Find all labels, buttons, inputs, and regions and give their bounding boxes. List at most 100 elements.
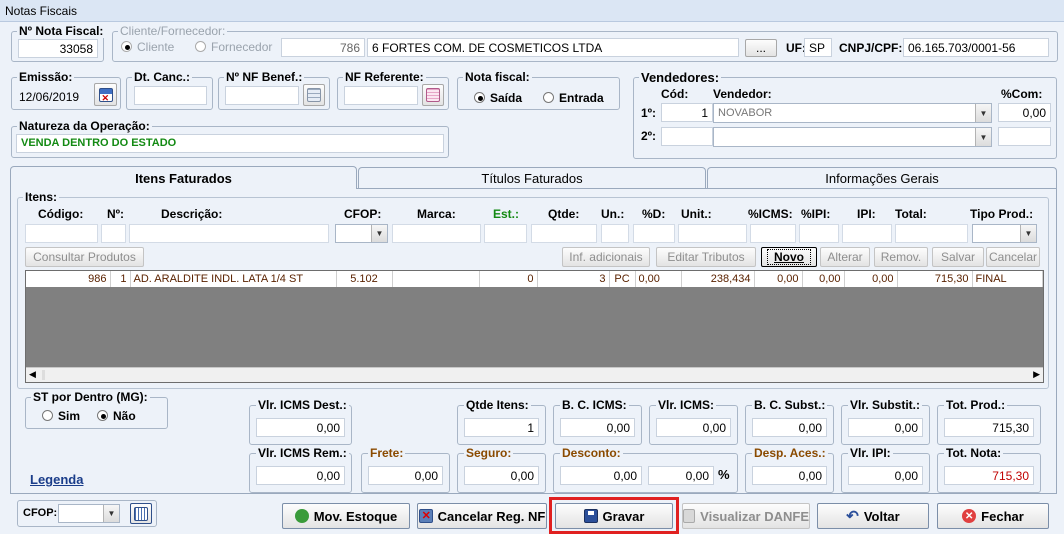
items-grid[interactable]: 986 1 AD. ARALDITE INDL. LATA 1/4 ST 5.1… [25,270,1044,383]
vlr-icms-rem-box: Vlr. ICMS Rem.: 0,00 [249,446,352,493]
editar-tributos-button[interactable]: Editar Tributos [656,247,756,267]
desconto-input[interactable]: 0,00 [560,466,642,485]
fechar-button[interactable]: ✕ Fechar [937,503,1049,529]
nf-benef-lookup-button[interactable] [303,84,325,106]
vlr-icms-dest-box: Vlr. ICMS Dest.: 0,00 [249,398,352,445]
st-nao-radio[interactable] [97,410,108,421]
cliente-radio[interactable] [121,41,132,52]
mov-estoque-button[interactable]: Mov. Estoque [282,503,410,529]
alterar-button[interactable]: Alterar [820,247,870,267]
vlr-subst-input[interactable]: 0,00 [848,418,923,437]
cfop-select[interactable]: ▼ [335,224,388,243]
vlr-ipi-input[interactable]: 0,00 [848,466,923,485]
novo-button[interactable]: Novo [761,247,817,267]
entrada-radio[interactable] [543,92,554,103]
save-icon [583,509,598,523]
nota-fiscal-input[interactable]: 33058 [18,39,98,58]
table-row[interactable]: 986 1 AD. ARALDITE INDL. LATA 1/4 ST 5.1… [26,271,1043,287]
tab-informacoes-gerais[interactable]: Informações Gerais [707,167,1057,188]
visualizar-danfe-label: Visualizar DANFE [700,508,809,524]
vlr-icms-input[interactable]: 0,00 [656,418,731,437]
chevron-down-icon[interactable]: ▼ [975,128,991,146]
horizontal-scrollbar[interactable]: ◀ ▶ [26,367,1043,382]
icms-input[interactable] [750,224,796,243]
marca-input[interactable] [392,224,481,243]
emissao-value[interactable]: 12/06/2019 [19,90,79,104]
n-input[interactable] [101,224,126,243]
col-tipo: Tipo Prod.: [970,207,1034,221]
est-input[interactable] [484,224,527,243]
descricao-input[interactable] [129,224,329,243]
qtde-input[interactable] [531,224,597,243]
inf-adicionais-button[interactable]: Inf. adicionais [562,247,650,267]
ipi-pct-input[interactable] [799,224,839,243]
cfop-footer-select[interactable]: ▼ [58,504,120,523]
natureza-input[interactable]: VENDA DENTRO DO ESTADO [16,134,444,153]
st-sim-radio[interactable] [42,410,53,421]
vendedor2-select[interactable]: ▼ [713,127,992,147]
dt-canc-input[interactable] [134,86,207,105]
vendedor2-com-input[interactable] [998,127,1051,146]
visualizar-danfe-button[interactable]: Visualizar DANFE [682,503,810,529]
legenda-link[interactable]: Legenda [30,472,83,487]
desconto-pct-input[interactable]: 0,00 [648,466,714,485]
total-input[interactable] [895,224,968,243]
tot-prod-input[interactable]: 715,30 [944,418,1034,437]
gravar-button[interactable]: Gravar [555,503,673,529]
vendedores-label: Vendedores: [639,70,722,85]
document-icon [426,88,440,102]
cnpj-label: CNPJ/CPF: [839,41,903,55]
nf-benef-input[interactable] [225,86,299,105]
vendedor2-cod-input[interactable] [661,127,713,146]
chevron-down-icon[interactable]: ▼ [975,104,991,122]
cfop-edit-button[interactable] [130,503,152,524]
remover-button[interactable]: Remov. [874,247,928,267]
qtde-itens-input[interactable]: 1 [464,418,539,437]
tab-itens-faturados[interactable]: Itens Faturados [10,166,357,189]
col-cfop: CFOP: [344,207,382,221]
st-label: ST por Dentro (MG): [31,390,150,404]
nf-referente-lookup-button[interactable] [422,84,444,106]
chevron-down-icon[interactable]: ▼ [1020,225,1036,242]
seguro-input[interactable]: 0,00 [464,466,539,485]
bc-icms-input[interactable]: 0,00 [560,418,635,437]
unit-input[interactable] [678,224,747,243]
nf-referente-input[interactable] [344,86,418,105]
browse-cliente-button[interactable]: ... [745,39,777,57]
tipo-select[interactable]: ▼ [972,224,1037,243]
cnpj-input[interactable]: 06.165.703/0001-56 [903,38,1049,57]
frete-input[interactable]: 0,00 [368,466,443,485]
consultar-produtos-button[interactable]: Consultar Produtos [25,247,144,267]
uf-input[interactable]: SP [804,38,832,57]
cancelar-reg-button[interactable]: ✕ Cancelar Reg. NF [417,503,547,529]
scroll-thumb[interactable] [42,370,45,380]
vendedor1-select[interactable]: NOVABOR ▼ [713,103,992,123]
codigo-input[interactable] [25,224,98,243]
scroll-right-icon[interactable]: ▶ [1033,369,1040,380]
desp-aces-input[interactable]: 0,00 [752,466,827,485]
tab-titulos-faturados[interactable]: Títulos Faturados [358,167,706,188]
cfop-footer-group: CFOP: ▼ [17,500,157,527]
vendedor1-cod-input[interactable]: 1 [661,103,713,122]
salvar-button[interactable]: Salvar [932,247,984,267]
un-input[interactable] [601,224,629,243]
cancelar-item-button[interactable]: Cancelar [986,247,1040,267]
vlr-icms-dest-input[interactable]: 0,00 [256,418,345,437]
vendedor1-com-input[interactable]: 0,00 [998,103,1051,122]
cliente-code-input[interactable]: 786 [281,38,365,57]
saida-radio[interactable] [474,92,485,103]
voltar-button[interactable]: ↶ Voltar [817,503,929,529]
cell-est: 0 [479,271,538,287]
chevron-down-icon[interactable]: ▼ [103,505,119,522]
ipi-input[interactable] [842,224,892,243]
calendar-button[interactable]: ✕ [94,83,117,106]
vendedor-row2-label: 2º: [641,129,657,143]
scroll-left-icon[interactable]: ◀ [29,369,36,380]
tot-nota-input[interactable]: 715,30 [944,466,1034,485]
bc-subst-input[interactable]: 0,00 [752,418,827,437]
pd-input[interactable] [633,224,675,243]
fornecedor-radio[interactable] [195,41,206,52]
vlr-icms-rem-input[interactable]: 0,00 [256,466,345,485]
chevron-down-icon[interactable]: ▼ [371,225,387,242]
cliente-name-input[interactable]: 6 FORTES COM. DE COSMETICOS LTDA [367,38,739,57]
